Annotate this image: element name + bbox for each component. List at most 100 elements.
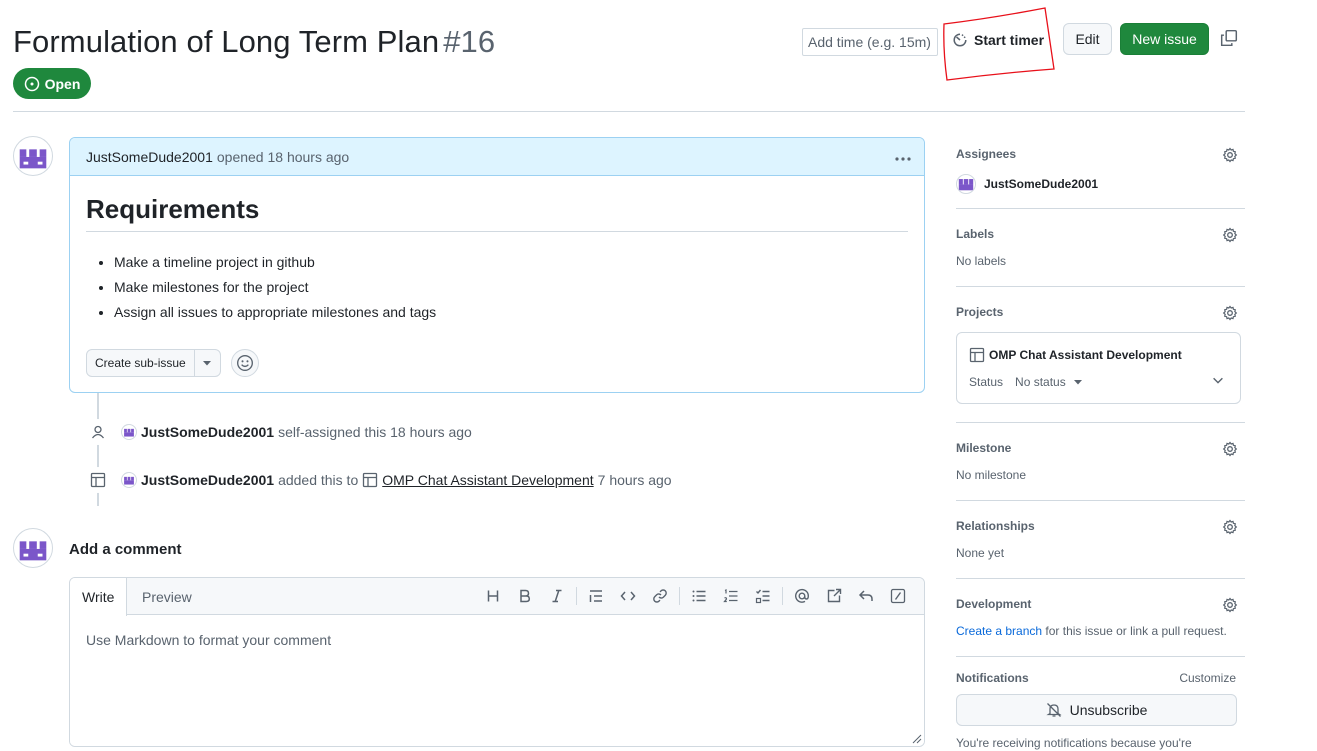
- resize-handle-icon[interactable]: [910, 732, 922, 744]
- assignee-name: JustSomeDude2001: [984, 177, 1099, 191]
- issue-state-label: Open: [44, 75, 81, 92]
- start-timer-button[interactable]: Start timer: [952, 28, 1044, 52]
- sidebar-development: Development Create a branch for this iss…: [956, 597, 1245, 638]
- unsubscribe-label: Unsubscribe: [1069, 702, 1148, 718]
- bold-button[interactable]: [509, 586, 541, 606]
- quote-button[interactable]: [580, 586, 612, 606]
- issue-number: #16: [443, 24, 496, 59]
- development-gear-button[interactable]: [1221, 597, 1239, 615]
- project-expand-button[interactable]: [1210, 373, 1226, 389]
- requirements-list: Make a timeline project in github Make m…: [86, 250, 908, 325]
- code-icon: [620, 591, 636, 601]
- development-rest: for this issue or link a pull request.: [1045, 624, 1227, 638]
- sidebar-divider: [956, 578, 1245, 579]
- issue-title-text: Formulation of Long Term Plan: [13, 24, 440, 59]
- triangle-down-icon: [203, 360, 212, 365]
- issue-state-badge: Open: [13, 68, 91, 99]
- issue-title: Formulation of Long Term Plan #16: [13, 24, 495, 60]
- status-value: No status: [1015, 375, 1066, 389]
- comment-meta: opened 18 hours ago: [216, 148, 350, 165]
- projects-gear-button[interactable]: [1221, 305, 1239, 323]
- relationships-gear-button[interactable]: [1221, 519, 1239, 537]
- comment-textarea[interactable]: [70, 616, 924, 746]
- project-name-link[interactable]: OMP Chat Assistant Development: [969, 347, 1182, 363]
- italic-icon: [552, 589, 562, 603]
- status-label: Status: [969, 375, 1004, 389]
- unsubscribe-button[interactable]: Unsubscribe: [956, 694, 1237, 726]
- table-icon: [969, 347, 985, 363]
- sidebar-labels: Labels No labels: [956, 227, 1245, 268]
- editor-tabs: Write Preview: [70, 578, 924, 616]
- code-button[interactable]: [612, 586, 644, 606]
- reference-button[interactable]: [818, 586, 850, 606]
- gear-icon: [1222, 147, 1238, 163]
- issue-open-icon: [24, 76, 39, 91]
- avatar[interactable]: [13, 528, 53, 568]
- quote-icon: [589, 590, 602, 602]
- toolbar-separator: [679, 587, 680, 605]
- sidebar-divider: [956, 286, 1245, 287]
- create-sub-issue-button[interactable]: Create sub-issue: [87, 350, 194, 376]
- avatar[interactable]: [13, 136, 53, 176]
- heading-icon: [487, 590, 499, 602]
- assignees-gear-button[interactable]: [1221, 147, 1239, 165]
- tasklist-icon: [755, 589, 770, 604]
- sidebar-relationships: Relationships None yet: [956, 519, 1245, 560]
- comment-options-button[interactable]: [892, 146, 914, 166]
- assignee-item[interactable]: JustSomeDude2001: [956, 174, 1245, 194]
- new-issue-button[interactable]: New issue: [1120, 23, 1209, 55]
- event-time: 7 hours ago: [597, 472, 672, 488]
- status-dropdown[interactable]: No status: [1015, 375, 1082, 389]
- comment-editor: Write Preview: [69, 577, 925, 747]
- triangle-down-icon: [1073, 379, 1082, 384]
- list-unordered-icon: [692, 590, 706, 602]
- italic-button[interactable]: [541, 586, 573, 606]
- toolbar-separator: [782, 587, 783, 605]
- sub-issue-dropdown-button[interactable]: [193, 350, 220, 376]
- avatar: [956, 174, 976, 194]
- event-actor[interactable]: JustSomeDude2001: [141, 472, 274, 488]
- labels-gear-button[interactable]: [1221, 227, 1239, 245]
- person-icon: [85, 419, 111, 445]
- tab-write[interactable]: Write: [70, 578, 128, 616]
- add-time-input[interactable]: [802, 28, 938, 56]
- tab-preview[interactable]: Preview: [130, 578, 204, 615]
- copy-icon: [1220, 29, 1238, 46]
- ordered-list-button[interactable]: [715, 586, 747, 606]
- link-button[interactable]: [644, 586, 676, 606]
- event-project-link[interactable]: OMP Chat Assistant Development: [382, 472, 593, 488]
- comment-author[interactable]: JustSomeDude2001: [86, 149, 213, 165]
- task-list-button[interactable]: [747, 586, 779, 606]
- slash-command-button[interactable]: [882, 586, 914, 606]
- create-branch-link[interactable]: Create a branch: [956, 624, 1042, 638]
- reply-icon: [858, 590, 873, 601]
- edit-button[interactable]: Edit: [1063, 23, 1112, 55]
- chevron-down-icon: [1213, 377, 1223, 384]
- project-table-icon: [363, 472, 378, 488]
- gear-icon: [1222, 519, 1238, 535]
- development-text: Create a branch for this issue or link a…: [956, 624, 1245, 638]
- project-status-row: Status No status: [969, 375, 1082, 389]
- list-item: Assign all issues to appropriate milesto…: [114, 300, 908, 325]
- actor-avatar[interactable]: [121, 424, 137, 440]
- unordered-list-button[interactable]: [683, 586, 715, 606]
- sidebar-divider: [956, 208, 1245, 209]
- relationships-title: Relationships: [956, 519, 1035, 533]
- event-text-pre: added this to: [278, 472, 359, 488]
- actor-avatar[interactable]: [121, 472, 137, 488]
- heading-button[interactable]: [477, 586, 509, 606]
- copy-link-button[interactable]: [1218, 28, 1240, 50]
- project-name: OMP Chat Assistant Development: [989, 348, 1182, 362]
- add-reaction-button[interactable]: [230, 349, 259, 377]
- event-text: self-assigned this 18 hours ago: [278, 424, 472, 440]
- gear-icon: [1222, 597, 1238, 613]
- relationships-value: None yet: [956, 546, 1005, 560]
- reply-button[interactable]: [850, 586, 882, 606]
- gear-icon: [1222, 305, 1238, 321]
- development-title: Development: [956, 597, 1032, 611]
- comment-heading: Requirements: [86, 194, 908, 232]
- milestone-gear-button[interactable]: [1221, 441, 1239, 459]
- mention-button[interactable]: [786, 586, 818, 606]
- event-actor[interactable]: JustSomeDude2001: [141, 424, 274, 440]
- customize-button[interactable]: Customize: [1179, 671, 1236, 685]
